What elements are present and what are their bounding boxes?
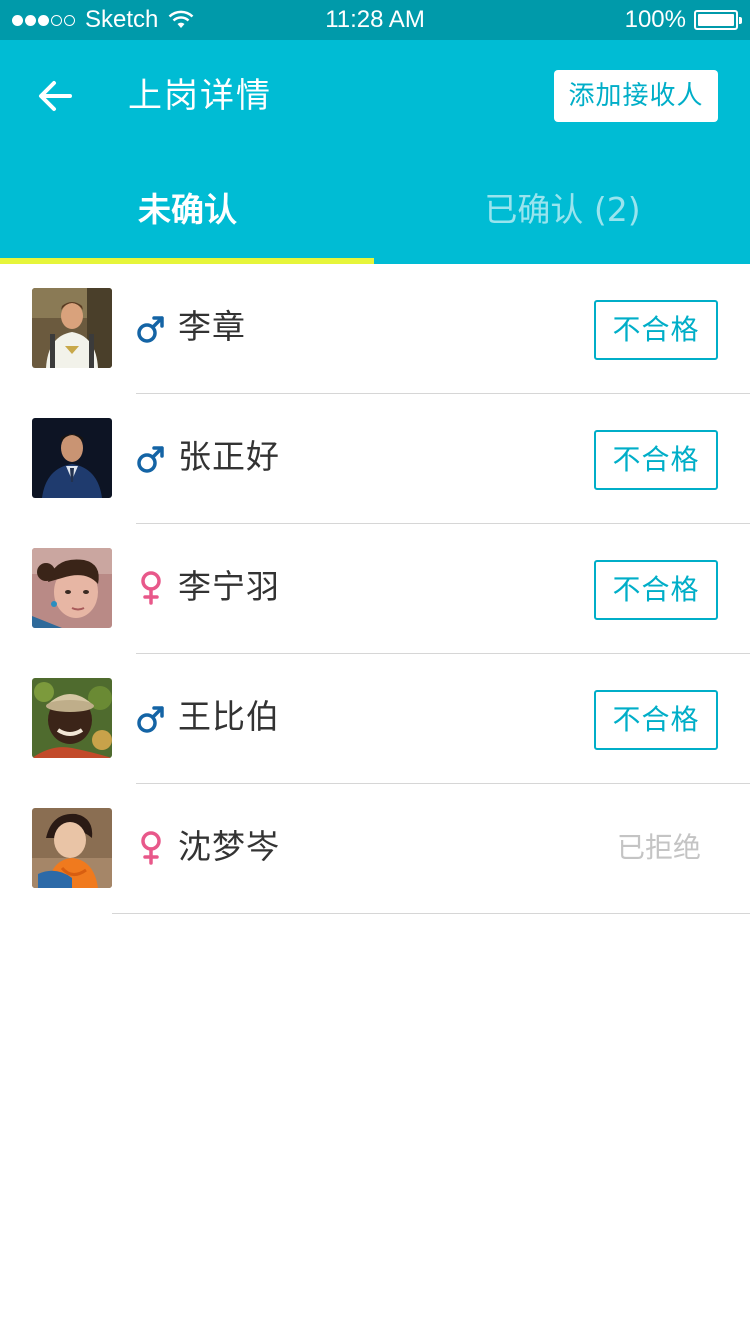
avatar — [32, 678, 112, 758]
fail-button[interactable]: 不合格 — [594, 690, 718, 750]
arrow-left-icon — [39, 81, 72, 111]
battery-percent: 100% — [624, 6, 686, 33]
person-name: 张正好 — [178, 437, 280, 476]
tab-unconfirmed[interactable]: 未确认 — [0, 170, 375, 264]
tab-label: 已确认 (2) — [484, 190, 641, 229]
list-item[interactable]: 张正好 不合格 — [0, 394, 750, 524]
back-button[interactable] — [34, 74, 78, 118]
tab-label: 未确认 — [138, 190, 237, 229]
person-name: 沈梦岑 — [178, 827, 280, 866]
app-header: 上岗详情 添加接收人 未确认 已确认 (2) — [0, 40, 750, 264]
tab-bar: 未确认 已确认 (2) — [0, 170, 750, 264]
rejected-status: 已拒绝 — [616, 831, 701, 864]
female-icon — [141, 831, 161, 865]
avatar — [32, 548, 112, 628]
page-title: 上岗详情 — [128, 76, 272, 116]
add-recipient-button[interactable]: 添加接收人 — [554, 70, 718, 122]
battery-icon — [694, 10, 742, 30]
list-item[interactable]: 沈梦岑 已拒绝 — [0, 784, 750, 914]
person-name: 李章 — [178, 307, 246, 346]
avatar — [32, 418, 112, 498]
divider — [112, 913, 750, 914]
status-bar: Sketch 11:28 AM 100% — [0, 0, 750, 40]
tab-confirmed[interactable]: 已确认 (2) — [375, 170, 750, 264]
list-item[interactable]: 李章 不合格 — [0, 264, 750, 394]
avatar — [32, 288, 112, 368]
list-item[interactable]: 王比伯 不合格 — [0, 654, 750, 784]
avatar — [32, 808, 112, 888]
male-icon — [137, 446, 164, 473]
fail-button[interactable]: 不合格 — [594, 430, 718, 490]
status-right: 100% — [624, 6, 742, 33]
male-icon — [137, 316, 164, 343]
fail-button[interactable]: 不合格 — [594, 300, 718, 360]
male-icon — [137, 706, 164, 733]
list-item[interactable]: 李宁羽 不合格 — [0, 524, 750, 654]
recipient-list: 李章 不合格 张正好 不合格 李宁羽 不合格 王比伯 不合格 沈梦岑 已拒绝 — [0, 264, 750, 914]
female-icon — [141, 571, 161, 605]
fail-button[interactable]: 不合格 — [594, 560, 718, 620]
person-name: 王比伯 — [178, 697, 280, 736]
person-name: 李宁羽 — [178, 567, 280, 606]
